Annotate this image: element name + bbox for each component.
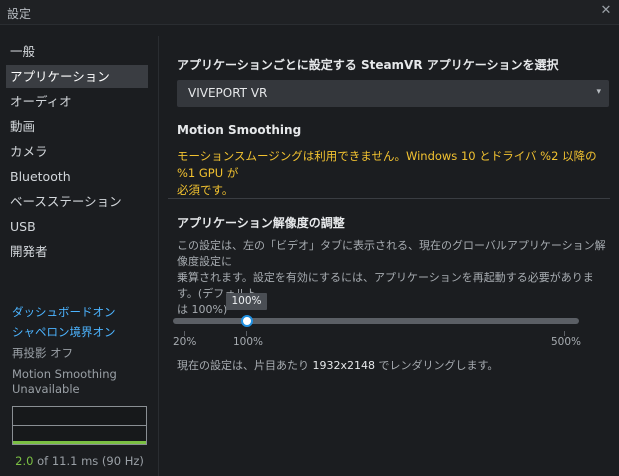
sidebar-item-bluetooth[interactable]: Bluetooth bbox=[6, 165, 148, 188]
motion-smoothing-status: Motion Smoothing bbox=[12, 367, 117, 381]
slider-default-label: 100% bbox=[233, 336, 264, 348]
sidebar-item-usb[interactable]: USB bbox=[6, 215, 148, 238]
section-divider bbox=[168, 198, 610, 199]
frame-time-value: 2.0 bbox=[15, 454, 34, 468]
render-info-suffix: でレンダリングします。 bbox=[375, 359, 499, 372]
sidebar-item-developer[interactable]: 開発者 bbox=[6, 240, 148, 263]
sidebar-item-camera[interactable]: カメラ bbox=[6, 140, 148, 163]
sidebar-item-applications[interactable]: アプリケーション bbox=[6, 65, 148, 88]
frame-budget-line bbox=[13, 425, 146, 426]
frame-time-bar bbox=[13, 441, 146, 444]
chaperone-status-link[interactable]: シャペロン境界オン bbox=[12, 324, 116, 340]
frame-budget-text: of 11.1 ms (90 Hz) bbox=[33, 454, 144, 468]
slider-max-label: 500% bbox=[551, 336, 582, 348]
sidebar-item-audio[interactable]: オーディオ bbox=[6, 90, 148, 113]
warning-line-1: モーションスムージングは利用できません。Windows 10 とドライバ %2 … bbox=[177, 149, 597, 180]
app-select-value: VIVEPORT VR bbox=[188, 86, 268, 100]
sidebar-item-video[interactable]: 動画 bbox=[6, 115, 148, 138]
window-titlebar: 設定 ✕ bbox=[0, 0, 619, 25]
warning-line-2: 必須です。 bbox=[177, 183, 234, 197]
select-app-heading: アプリケーションごとに設定する SteamVR アプリケーションを選択 bbox=[177, 58, 559, 72]
slider-value-tooltip: 100% bbox=[226, 293, 267, 310]
motion-smoothing-warning: モーションスムージングは利用できません。Windows 10 とドライバ %2 … bbox=[177, 148, 607, 199]
render-info-prefix: 現在の設定は、片目あたり bbox=[177, 359, 313, 372]
render-resolution-value: 1932x2148 bbox=[312, 359, 376, 372]
desc-line-1: この設定は、左の「ビデオ」タブに表示される、現在のグローバルアプリケーション解像… bbox=[177, 239, 606, 268]
resolution-slider-thumb[interactable] bbox=[241, 315, 253, 327]
frame-timing-graph[interactable] bbox=[12, 406, 147, 445]
reprojection-status: 再投影 オフ bbox=[12, 346, 74, 360]
resolution-slider-track[interactable] bbox=[173, 318, 579, 324]
chevron-down-icon: ▾ bbox=[596, 87, 601, 97]
app-select-dropdown[interactable]: VIVEPORT VR ▾ bbox=[177, 80, 609, 107]
motion-smoothing-status-detail: Unavailable bbox=[12, 382, 80, 396]
sidebar-item-base-stations[interactable]: ベースステーション bbox=[6, 190, 148, 213]
frame-timing-readout: 2.0 of 11.1 ms (90 Hz) bbox=[12, 454, 147, 468]
motion-smoothing-heading: Motion Smoothing bbox=[177, 123, 302, 137]
dashboard-status-link[interactable]: ダッシュボードオン bbox=[12, 304, 116, 320]
close-icon[interactable]: ✕ bbox=[598, 3, 614, 19]
resolution-heading: アプリケーション解像度の調整 bbox=[177, 216, 345, 230]
render-resolution-info: 現在の設定は、片目あたり 1932x2148 でレンダリングします。 bbox=[177, 357, 498, 373]
window-title: 設定 bbox=[7, 7, 32, 21]
slider-min-label: 20% bbox=[173, 336, 197, 348]
sidebar-item-general[interactable]: 一般 bbox=[6, 40, 148, 63]
